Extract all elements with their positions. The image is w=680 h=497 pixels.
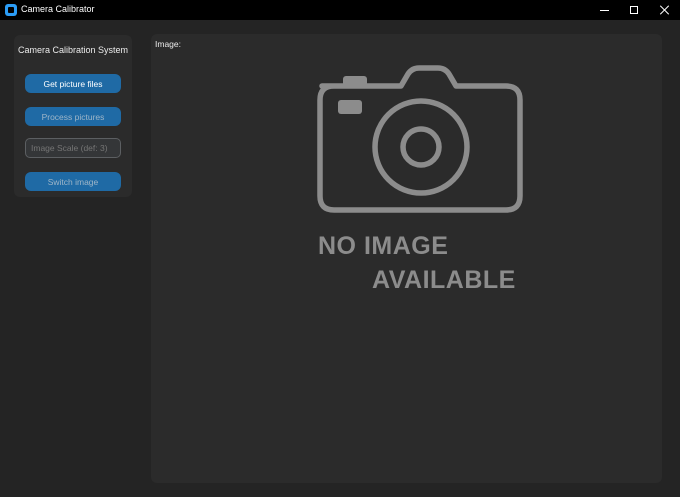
minimize-icon	[599, 9, 609, 11]
close-icon	[660, 5, 670, 15]
maximize-icon	[630, 6, 638, 14]
process-pictures-button[interactable]: Process pictures	[25, 107, 121, 126]
image-panel: Image: NO IMAGE AVAILABLE	[151, 34, 662, 483]
get-picture-files-button[interactable]: Get picture files	[25, 74, 121, 93]
no-image-placeholder: NO IMAGE AVAILABLE	[151, 34, 662, 483]
no-image-text: NO IMAGE	[318, 232, 449, 260]
title-bar[interactable]: Camera Calibrator	[0, 0, 680, 20]
sidebar-panel: Camera Calibration System Get picture fi…	[14, 35, 132, 197]
minimize-button[interactable]	[589, 0, 619, 20]
switch-image-button[interactable]: Switch image	[25, 172, 121, 191]
window-title: Camera Calibrator	[21, 4, 95, 14]
maximize-button[interactable]	[619, 0, 649, 20]
sidebar-title: Camera Calibration System	[17, 45, 129, 55]
close-button[interactable]	[650, 0, 680, 20]
available-text: AVAILABLE	[372, 266, 516, 294]
app-logo-icon	[5, 4, 17, 16]
image-scale-input[interactable]	[25, 138, 121, 158]
app-window: Camera Calibrator Camera Calibration Sys…	[0, 0, 680, 497]
